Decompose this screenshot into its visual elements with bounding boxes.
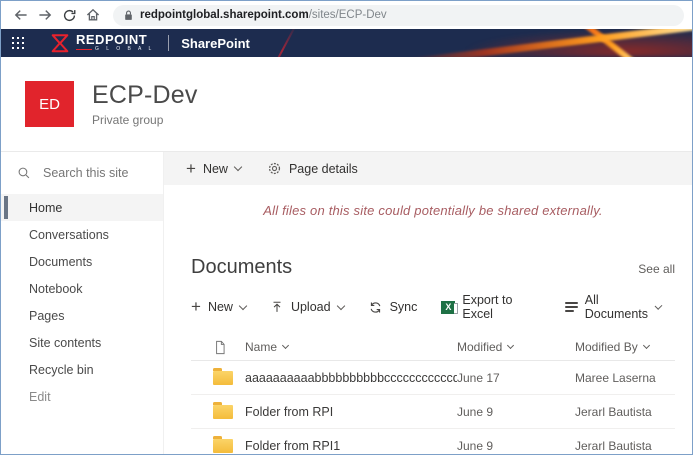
page-details-button[interactable]: Page details: [267, 161, 358, 176]
chevron-down-icon: [655, 302, 663, 310]
sort-chevron-icon: [643, 342, 650, 349]
row-name[interactable]: Folder from RPI: [245, 405, 457, 419]
sidebar-item-notebook[interactable]: Notebook: [1, 275, 163, 302]
sync-icon: [368, 300, 383, 315]
brand-name: REDPOINT: [76, 34, 154, 46]
site-search[interactable]: [1, 158, 163, 188]
address-bar[interactable]: redpointglobal.sharepoint.com/sites/ECP-…: [113, 5, 684, 26]
app-launcher-waffle-icon[interactable]: [1, 29, 35, 57]
external-sharing-notice: All files on this site could potentially…: [191, 203, 675, 218]
export-to-excel-button[interactable]: X Export to Excel: [441, 293, 516, 321]
excel-icon: X: [441, 301, 455, 314]
sort-chevron-icon: [282, 342, 289, 349]
sharepoint-label[interactable]: SharePoint: [181, 36, 250, 51]
row-modified: June 9: [457, 439, 575, 453]
site-privacy-label: Private group: [92, 113, 198, 127]
column-header-modified-by[interactable]: Modified By: [575, 340, 675, 354]
documents-table: Name Modified Modified By aaaaaaaaaabbbb…: [191, 334, 675, 455]
upload-button[interactable]: Upload: [270, 300, 344, 314]
sync-button[interactable]: Sync: [368, 300, 418, 315]
site-title[interactable]: ECP-Dev: [92, 81, 198, 110]
file-type-column-icon[interactable]: [191, 340, 245, 355]
sidebar-item-site-contents[interactable]: Site contents: [1, 329, 163, 356]
forward-icon[interactable]: [33, 4, 57, 26]
reload-icon[interactable]: [57, 4, 81, 26]
chevron-down-icon: [239, 301, 247, 309]
plus-icon: +: [186, 162, 196, 176]
folder-icon: [213, 405, 233, 419]
suite-divider: [168, 35, 169, 51]
sidebar-item-pages[interactable]: Pages: [1, 302, 163, 329]
row-modified-by: Jerarl Bautista: [575, 439, 675, 453]
url-path: /sites/ECP-Dev: [309, 9, 387, 21]
redpoint-hourglass-icon: [49, 32, 71, 54]
sidebar-item-recycle-bin[interactable]: Recycle bin: [1, 356, 163, 383]
doc-new-button[interactable]: + New: [191, 300, 246, 314]
column-header-modified[interactable]: Modified: [457, 340, 575, 354]
page-command-bar: + New Page details: [164, 152, 692, 185]
view-lines-icon: [565, 302, 578, 312]
documents-webpart-title[interactable]: Documents: [191, 256, 292, 279]
sort-chevron-icon: [507, 342, 514, 349]
sidebar-item-home[interactable]: Home: [1, 194, 163, 221]
chevron-down-icon: [336, 301, 344, 309]
url-host: redpointglobal.sharepoint.com: [140, 9, 309, 21]
documents-command-bar: + New Upload: [191, 293, 675, 321]
table-header-row: Name Modified Modified By: [191, 334, 675, 360]
table-row[interactable]: Folder from RPI1 June 9 Jerarl Bautista: [191, 429, 675, 455]
site-avatar[interactable]: ED: [25, 81, 74, 127]
folder-icon: [213, 439, 233, 453]
table-row[interactable]: aaaaaaaaaabbbbbbbbbbcccccccccccdddddd...…: [191, 361, 675, 394]
row-modified-by: Jerarl Bautista: [575, 405, 675, 419]
site-header: ED ECP-Dev Private group: [1, 57, 692, 152]
row-modified: June 9: [457, 405, 575, 419]
gear-icon: [267, 161, 282, 176]
page-content: All files on this site could potentially…: [164, 185, 692, 455]
sidebar-nav: Home Conversations Documents Notebook Pa…: [1, 194, 163, 410]
column-header-name[interactable]: Name: [245, 340, 457, 354]
chevron-down-icon: [234, 163, 242, 171]
row-modified: June 17: [457, 371, 575, 385]
home-icon[interactable]: [81, 4, 105, 26]
plus-icon: +: [191, 300, 201, 314]
search-icon: [17, 166, 31, 180]
search-input[interactable]: [43, 166, 153, 180]
see-all-link[interactable]: See all: [638, 262, 675, 276]
browser-toolbar: redpointglobal.sharepoint.com/sites/ECP-…: [1, 1, 692, 29]
new-button[interactable]: + New: [186, 162, 241, 176]
lock-icon: [123, 9, 134, 22]
row-modified-by: Maree Laserna: [575, 371, 675, 385]
back-icon[interactable]: [9, 4, 33, 26]
sidebar-item-edit[interactable]: Edit: [1, 383, 163, 410]
redpoint-logo[interactable]: REDPOINT G L O B A L: [49, 32, 154, 54]
upload-icon: [270, 300, 284, 314]
table-row[interactable]: Folder from RPI June 9 Jerarl Bautista: [191, 395, 675, 428]
folder-icon: [213, 371, 233, 385]
row-name[interactable]: Folder from RPI1: [245, 439, 457, 453]
sidebar-item-conversations[interactable]: Conversations: [1, 221, 163, 248]
sidebar: Home Conversations Documents Notebook Pa…: [1, 152, 164, 454]
sidebar-item-documents[interactable]: Documents: [1, 248, 163, 275]
row-name[interactable]: aaaaaaaaaabbbbbbbbbbcccccccccccdddddd...: [245, 371, 457, 385]
suite-bar: REDPOINT G L O B A L SharePoint: [1, 29, 692, 57]
view-selector[interactable]: All Documents: [565, 293, 661, 321]
screenshot-frame: redpointglobal.sharepoint.com/sites/ECP-…: [0, 0, 693, 455]
